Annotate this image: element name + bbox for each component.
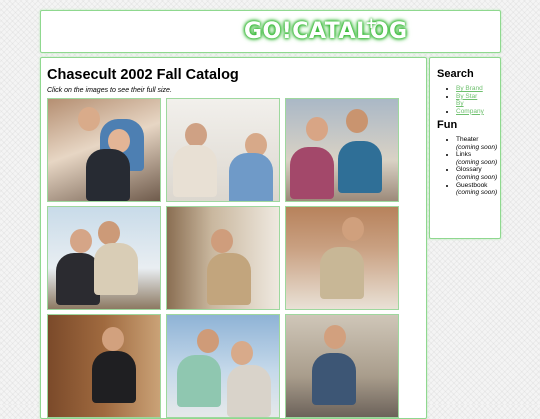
photo-gallery (47, 98, 407, 418)
fun-list: Theater(coming soon) Links(coming soon) … (437, 136, 497, 197)
photo-figure (324, 325, 346, 349)
search-list-item: By Company (456, 100, 490, 115)
catalog-photo-3[interactable] (285, 98, 399, 202)
photo-figure (342, 217, 364, 241)
catalog-photo-6[interactable] (285, 206, 399, 310)
photo-figure (338, 141, 382, 193)
search-list-item: By Star (456, 93, 490, 101)
fun-item-guestbook: Guestbook(coming soon) (456, 182, 497, 197)
fun-item-theater: Theater(coming soon) (456, 136, 497, 151)
catalog-photo-7[interactable] (47, 314, 161, 418)
sidebar: Search By Brand By Star By Company Fun T… (429, 57, 501, 239)
photo-figure (227, 365, 271, 417)
coming-soon-note: (coming soon) (456, 173, 498, 181)
fun-item-label: Glossary (456, 166, 482, 174)
photo-figure (98, 221, 120, 245)
search-by-star-link[interactable]: By Star (456, 93, 477, 100)
logo-plus-icon: + (365, 14, 378, 32)
search-by-brand-link[interactable]: By Brand (456, 85, 483, 92)
search-heading: Search (437, 68, 474, 80)
fun-item-label: Guestbook (456, 181, 488, 189)
photo-figure (102, 327, 124, 351)
photo-figure (185, 123, 207, 147)
site-logo[interactable]: GO!CATALOG (244, 19, 408, 45)
fun-item-label: Links (456, 151, 472, 159)
photo-figure (346, 109, 368, 133)
fun-item-label: Theater (456, 136, 479, 143)
site-header: GO!CATALOG + (40, 10, 501, 53)
photo-figure (231, 341, 253, 365)
photo-figure (78, 107, 100, 131)
fun-item-glossary: Glossary(coming soon) (456, 166, 497, 181)
fun-heading: Fun (437, 119, 458, 131)
photo-figure (211, 229, 233, 253)
instructions-text: Click on the images to see their full si… (47, 87, 172, 94)
photo-figure (306, 117, 328, 141)
photo-figure (320, 247, 364, 299)
page-title: Chasecult 2002 Fall Catalog (47, 67, 239, 83)
catalog-photo-2[interactable] (166, 98, 280, 202)
catalog-photo-5[interactable] (166, 206, 280, 310)
catalog-photo-1[interactable] (47, 98, 161, 202)
photo-figure (229, 153, 273, 201)
photo-figure (92, 351, 136, 403)
photo-figure (86, 149, 130, 201)
photo-figure (197, 329, 219, 353)
photo-figure (173, 145, 217, 197)
search-by-company-link[interactable]: By Company (456, 100, 490, 115)
main-content: Chasecult 2002 Fall Catalog Click on the… (40, 57, 427, 419)
search-list-item: By Brand (456, 85, 490, 93)
coming-soon-note: (coming soon) (456, 189, 498, 197)
photo-figure (94, 243, 138, 295)
catalog-photo-9[interactable] (285, 314, 399, 418)
catalog-photo-4[interactable] (47, 206, 161, 310)
photo-figure (207, 253, 251, 305)
photo-figure (177, 355, 221, 407)
photo-figure (290, 147, 334, 199)
coming-soon-note: (coming soon) (456, 158, 498, 166)
search-links: By Brand By Star By Company (437, 85, 490, 115)
catalog-photo-8[interactable] (166, 314, 280, 418)
coming-soon-note: (coming soon) (456, 143, 498, 151)
photo-figure (312, 353, 356, 405)
photo-figure (70, 229, 92, 253)
fun-item-links: Links(coming soon) (456, 151, 497, 166)
